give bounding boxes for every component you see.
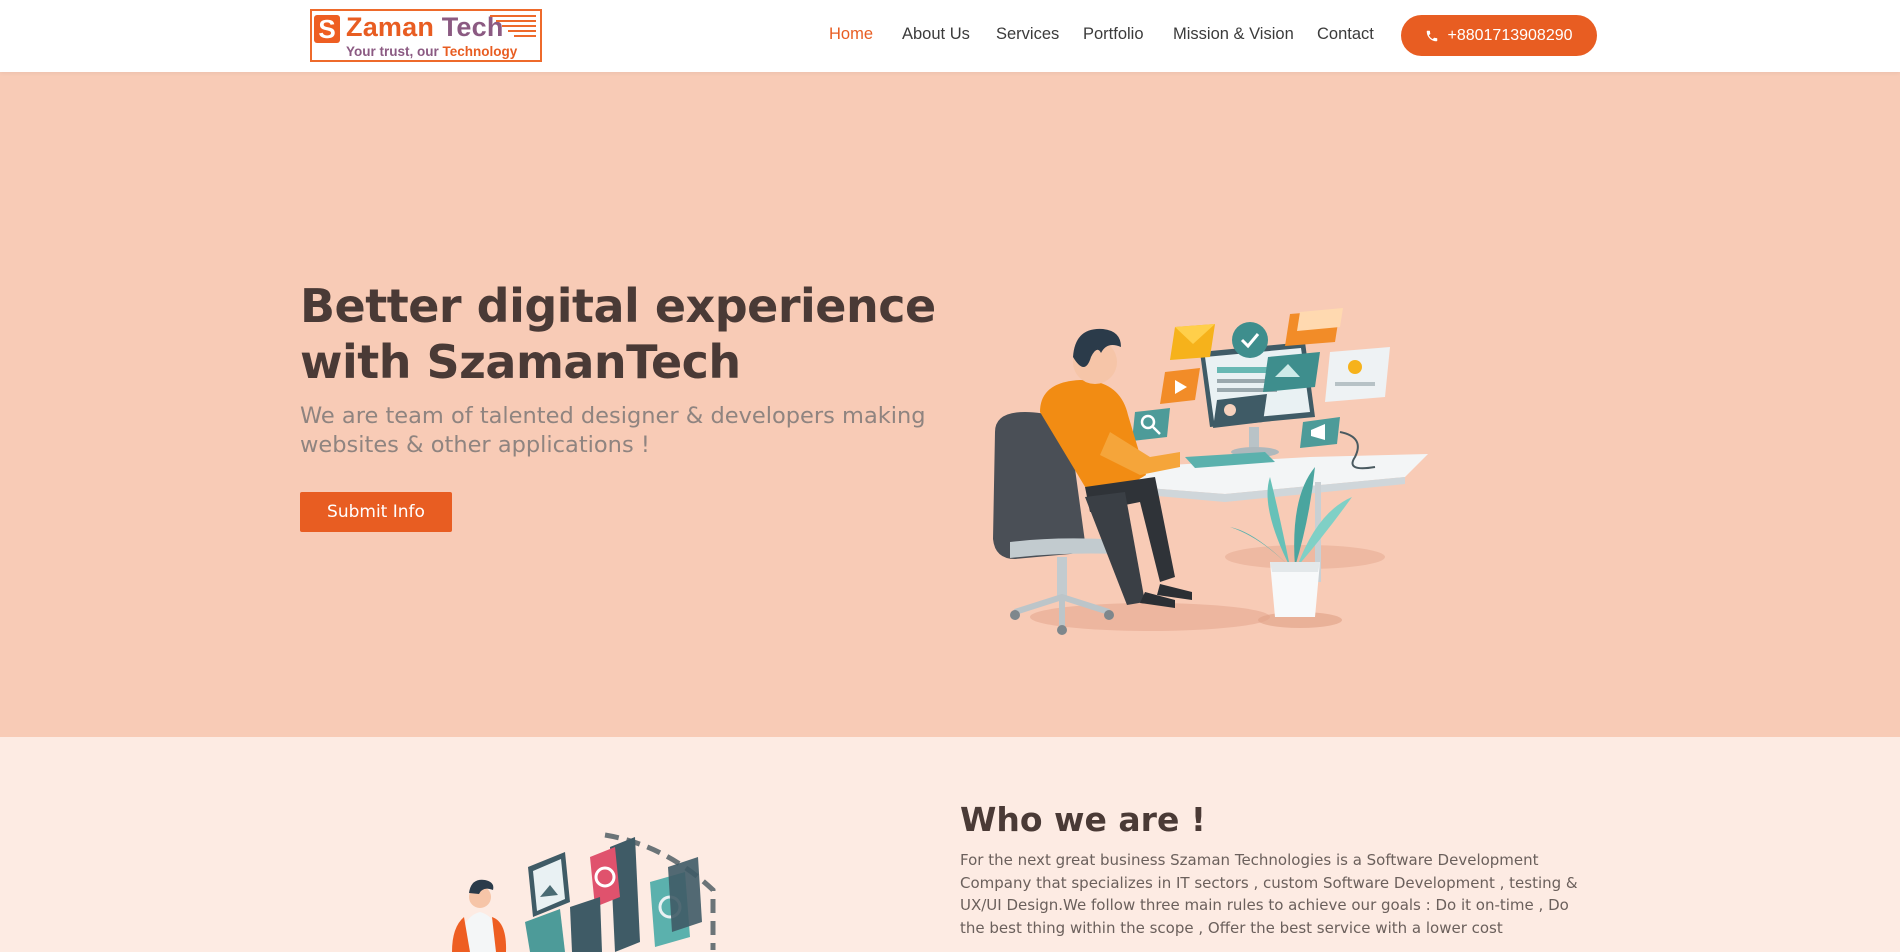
nav-mission-vision[interactable]: Mission & Vision: [1173, 25, 1294, 44]
about-section: Who we are ! For the next great business…: [0, 737, 1900, 952]
hero-title-line2: with SzamanTech: [300, 335, 741, 389]
hero-subtitle: We are team of talented designer & devel…: [300, 402, 960, 460]
brand-logo[interactable]: S Zaman Tech Your trust, our Technology: [310, 9, 542, 62]
developer-desk-illustration: [993, 308, 1428, 635]
phone-number: +8801713908290: [1447, 26, 1573, 44]
logo-name: Zaman Tech: [346, 12, 504, 43]
logo-tagline-end: Technology: [442, 44, 518, 59]
logo-name-first: Zaman: [346, 12, 435, 42]
submit-info-button[interactable]: Submit Info: [300, 492, 452, 532]
team-illustration: [452, 832, 716, 952]
nav-services[interactable]: Services: [996, 25, 1059, 44]
logo-speed-lines: [490, 15, 536, 45]
about-title: Who we are !: [960, 800, 1206, 839]
logo-tagline: Your trust, our Technology: [346, 44, 517, 59]
hero-subtitle-line2: websites & other applications !: [300, 432, 650, 458]
nav-about-us[interactable]: About Us: [902, 25, 970, 44]
site-header: S Zaman Tech Your trust, our Technology …: [0, 0, 1900, 72]
logo-letter: S: [314, 15, 340, 43]
hero-subtitle-line1: We are team of talented designer & devel…: [300, 403, 926, 429]
about-description: For the next great business Szaman Techn…: [960, 851, 1578, 937]
hero-section: Better digital experience with SzamanTec…: [0, 72, 1900, 737]
nav-portfolio[interactable]: Portfolio: [1083, 25, 1144, 44]
phone-icon: [1427, 30, 1438, 41]
hero-title: Better digital experience with SzamanTec…: [300, 278, 940, 390]
nav-contact[interactable]: Contact: [1317, 25, 1374, 44]
hero-title-line1: Better digital experience: [300, 279, 936, 333]
phone-button[interactable]: +8801713908290: [1401, 15, 1597, 56]
logo-tagline-start: Your trust, our: [346, 44, 443, 59]
nav-home[interactable]: Home: [829, 25, 873, 44]
